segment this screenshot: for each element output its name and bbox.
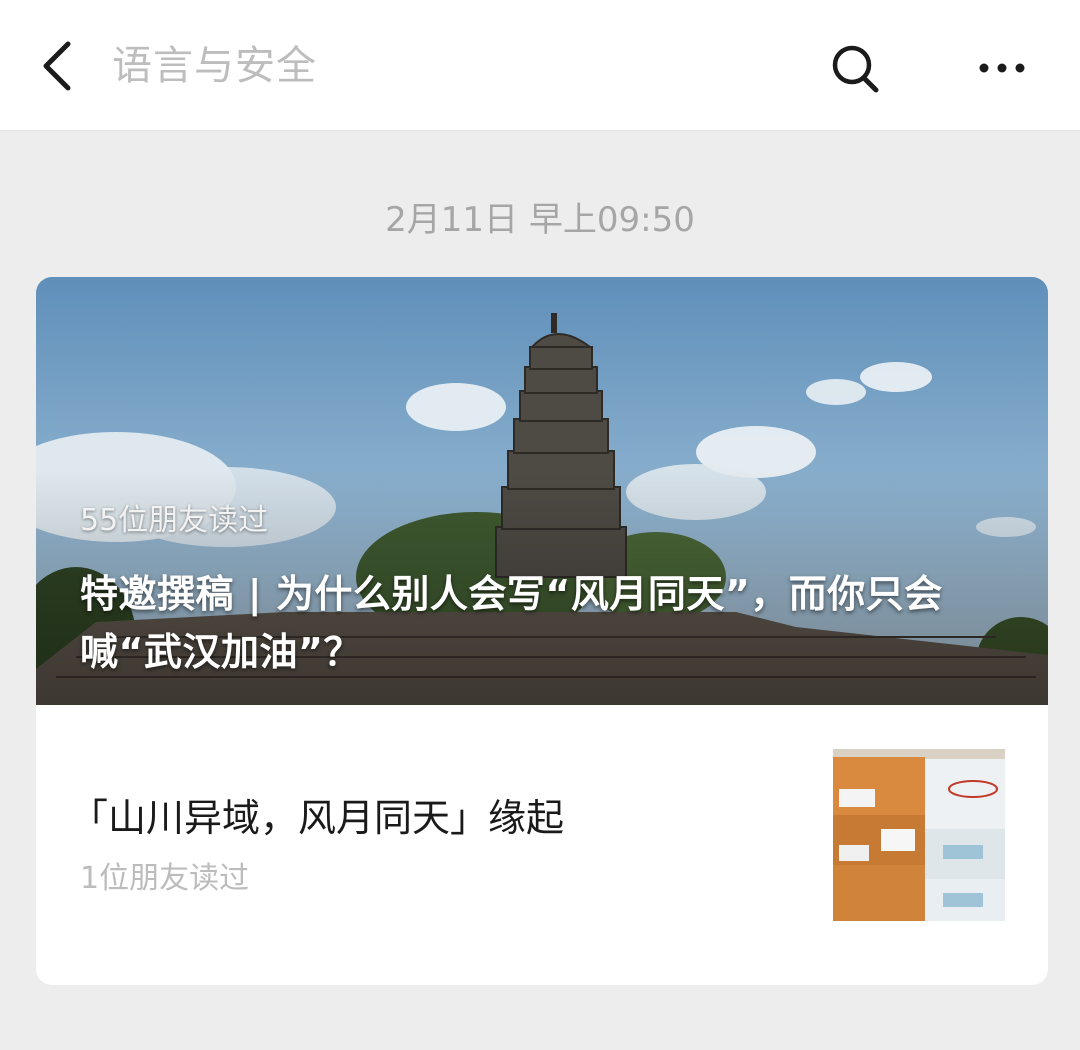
lead-article-read-count: 55位朋友读过 [80,503,269,538]
lead-article-title: 特邀撰稿 | 为什么别人会写“风月同天”，而你只会喊“武汉加油”？ [80,572,943,674]
secondary-article[interactable]: 「山川异域，风月同天」缘起 1位朋友读过 [36,705,1048,985]
top-bar: 语言与安全 [0,0,1080,131]
back-button[interactable] [30,34,90,98]
search-button[interactable] [826,40,886,96]
account-title: 语言与安全 [112,43,317,89]
lead-article[interactable]: 55位朋友读过 特邀撰稿 | 为什么别人会写“风月同天”，而你只会喊“武汉加油”… [36,277,1048,705]
article-card: 55位朋友读过 特邀撰稿 | 为什么别人会写“风月同天”，而你只会喊“武汉加油”… [36,277,1048,985]
more-button[interactable] [970,46,1034,90]
secondary-article-thumbnail [833,749,1005,921]
secondary-article-read-count: 1位朋友读过 [80,861,250,896]
secondary-article-title: 「山川异域，风月同天」缘起 [70,796,565,840]
search-icon [826,45,886,100]
chevron-left-icon [30,34,90,98]
message-timestamp: 2月11日 早上09:50 [385,200,695,240]
more-dots-icon [970,63,1034,94]
